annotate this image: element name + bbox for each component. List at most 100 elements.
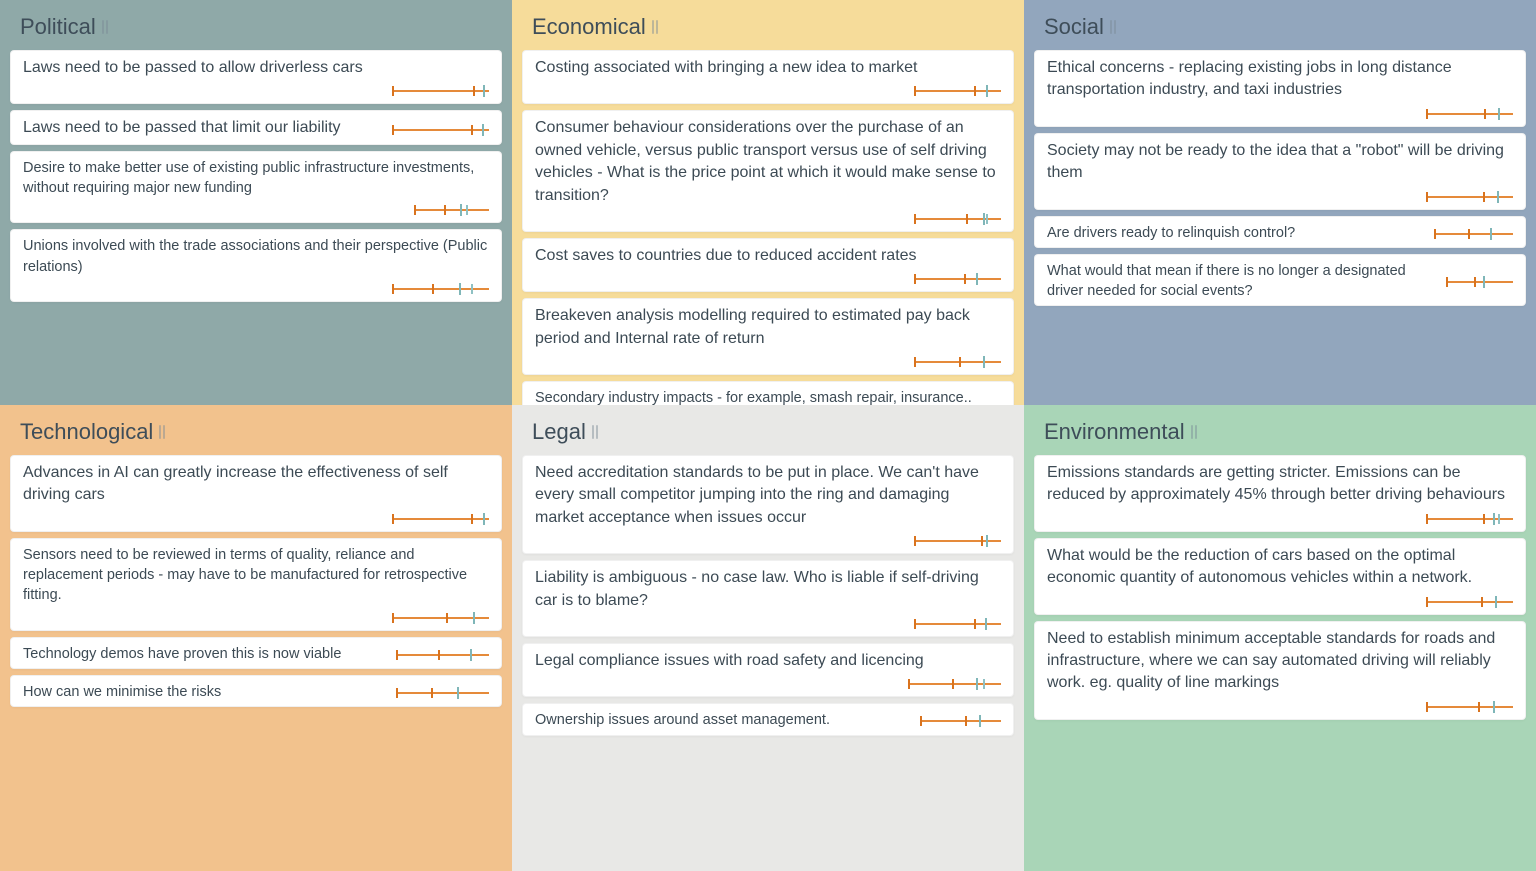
panel-title: Technological [20,419,153,445]
score-slider[interactable] [397,648,489,662]
idea-card[interactable]: Breakeven analysis modelling required to… [522,298,1014,375]
idea-card[interactable]: Desire to make better use of existing pu… [10,151,502,224]
panel-header[interactable]: Political [20,14,496,40]
card-text: Society may not be ready to the idea tha… [1047,140,1513,185]
score-slider[interactable] [1427,512,1513,526]
panel-title: Environmental [1044,419,1185,445]
card-text: Laws need to be passed that limit our li… [23,117,375,139]
idea-card[interactable]: Ethical concerns - replacing existing jo… [1034,50,1526,127]
panel-legal: Legal Need accreditation standards to be … [512,405,1024,871]
score-slider[interactable] [393,282,489,296]
panel-economical: Economical Costing associated with bringi… [512,0,1024,405]
card-list: Ethical concerns - replacing existing jo… [1034,50,1526,306]
card-list: Need accreditation standards to be put i… [522,455,1014,736]
panel-social: Social Ethical concerns - replacing exist… [1024,0,1536,405]
score-slider[interactable] [1427,700,1513,714]
drag-handle-icon[interactable] [159,425,165,439]
panel-header[interactable]: Social [1044,14,1520,40]
drag-handle-icon[interactable] [1110,20,1116,34]
card-text: Are drivers ready to relinquish control? [1047,223,1417,243]
card-text: Costing associated with bringing a new i… [535,57,1001,79]
drag-handle-icon[interactable] [652,20,658,34]
card-text: Need accreditation standards to be put i… [535,462,1001,529]
panel-header[interactable]: Environmental [1044,419,1520,445]
card-text: Liability is ambiguous - no case law. Wh… [535,567,1001,612]
idea-card[interactable]: How can we minimise the risks [10,675,502,707]
score-slider[interactable] [393,84,489,98]
score-slider[interactable] [393,123,489,137]
card-text: Advances in AI can greatly increase the … [23,462,489,507]
card-text: Emissions standards are getting stricter… [1047,462,1513,507]
score-slider[interactable] [1447,275,1513,289]
drag-handle-icon[interactable] [592,425,598,439]
card-text: How can we minimise the risks [23,682,379,702]
idea-card[interactable]: Unions involved with the trade associati… [10,229,502,302]
score-slider[interactable] [397,686,489,700]
idea-card[interactable]: Ownership issues around asset management… [522,703,1014,735]
card-text: Sensors need to be reviewed in terms of … [23,545,489,606]
card-text: Secondary industry impacts - for example… [535,388,1001,405]
panel-title: Legal [532,419,586,445]
idea-card[interactable]: Are drivers ready to relinquish control? [1034,216,1526,248]
drag-handle-icon[interactable] [1191,425,1197,439]
score-slider[interactable] [415,203,489,217]
card-text: Cost saves to countries due to reduced a… [535,245,1001,267]
score-slider[interactable] [1427,595,1513,609]
card-text: Consumer behaviour considerations over t… [535,117,1001,207]
drag-handle-icon[interactable] [102,20,108,34]
idea-card[interactable]: Need accreditation standards to be put i… [522,455,1014,554]
panel-header[interactable]: Legal [532,419,1008,445]
card-text: What would be the reduction of cars base… [1047,545,1513,590]
idea-card[interactable]: Laws need to be passed to allow driverle… [10,50,502,104]
score-slider[interactable] [915,617,1001,631]
idea-card[interactable]: Sensors need to be reviewed in terms of … [10,538,502,631]
score-slider[interactable] [921,714,1001,728]
card-text: Ownership issues around asset management… [535,710,903,730]
panel-technological: Technological Advances in AI can greatly … [0,405,512,871]
score-slider[interactable] [915,212,1001,226]
score-slider[interactable] [915,84,1001,98]
panel-header[interactable]: Technological [20,419,496,445]
panel-political: Political Laws need to be passed to allow… [0,0,512,405]
score-slider[interactable] [915,534,1001,548]
card-text: What would that mean if there is no long… [1047,261,1429,302]
idea-card[interactable]: Technology demos have proven this is now… [10,637,502,669]
panel-title: Political [20,14,96,40]
idea-card[interactable]: Society may not be ready to the idea tha… [1034,133,1526,210]
card-list: Emissions standards are getting stricter… [1034,455,1526,720]
score-slider[interactable] [1427,107,1513,121]
score-slider[interactable] [909,677,1001,691]
idea-card[interactable]: Advances in AI can greatly increase the … [10,455,502,532]
panel-header[interactable]: Economical [532,14,1008,40]
score-slider[interactable] [1435,227,1513,241]
idea-card[interactable]: Liability is ambiguous - no case law. Wh… [522,560,1014,637]
idea-card[interactable]: Need to establish minimum acceptable sta… [1034,621,1526,720]
card-list: Costing associated with bringing a new i… [522,50,1014,405]
idea-card[interactable]: Laws need to be passed that limit our li… [10,110,502,144]
card-text: Desire to make better use of existing pu… [23,158,489,199]
idea-card[interactable]: What would that mean if there is no long… [1034,254,1526,307]
card-list: Advances in AI can greatly increase the … [10,455,502,707]
score-slider[interactable] [915,272,1001,286]
idea-card[interactable]: Secondary industry impacts - for example… [522,381,1014,405]
card-list: Laws need to be passed to allow driverle… [10,50,502,302]
score-slider[interactable] [1427,190,1513,204]
card-text: Ethical concerns - replacing existing jo… [1047,57,1513,102]
idea-card[interactable]: Cost saves to countries due to reduced a… [522,238,1014,292]
idea-card[interactable]: Consumer behaviour considerations over t… [522,110,1014,232]
score-slider[interactable] [393,512,489,526]
panel-title: Social [1044,14,1104,40]
idea-card[interactable]: What would be the reduction of cars base… [1034,538,1526,615]
card-text: Legal compliance issues with road safety… [535,650,1001,672]
card-text: Need to establish minimum acceptable sta… [1047,628,1513,695]
score-slider[interactable] [393,611,489,625]
card-text: Unions involved with the trade associati… [23,236,489,277]
card-text: Breakeven analysis modelling required to… [535,305,1001,350]
panel-environmental: Environmental Emissions standards are get… [1024,405,1536,871]
score-slider[interactable] [915,355,1001,369]
idea-card[interactable]: Legal compliance issues with road safety… [522,643,1014,697]
card-text: Technology demos have proven this is now… [23,644,379,664]
idea-card[interactable]: Emissions standards are getting stricter… [1034,455,1526,532]
card-text: Laws need to be passed to allow driverle… [23,57,489,79]
idea-card[interactable]: Costing associated with bringing a new i… [522,50,1014,104]
